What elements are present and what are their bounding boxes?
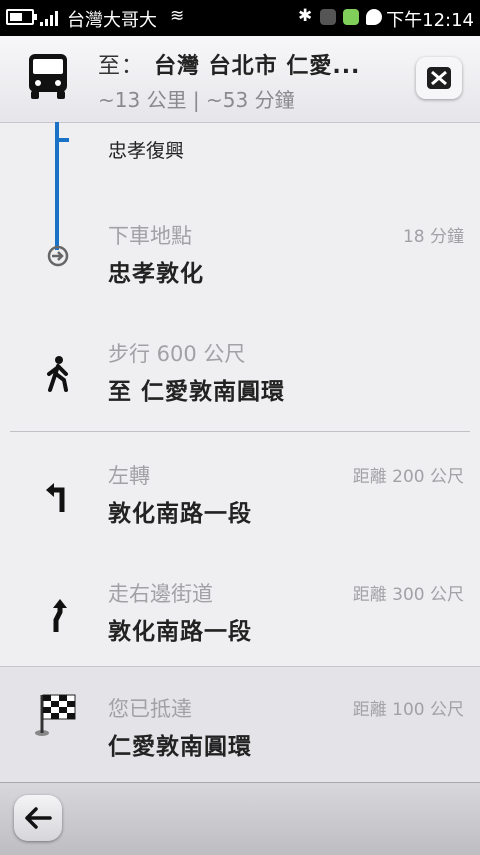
alight-icon	[47, 245, 69, 267]
bluetooth-icon: ✱	[298, 6, 313, 26]
wifi-icon: ≋	[170, 6, 185, 26]
turn-left-icon	[46, 483, 65, 512]
route-header: 至： 台灣 台北市 仁愛... ~13 公里 | ~53 分鐘	[0, 36, 480, 123]
step-subtitle: 仁愛敦南圓環	[108, 734, 252, 760]
battery-saver-icon	[343, 9, 359, 25]
close-icon	[427, 67, 451, 89]
step-title: 左轉	[108, 464, 150, 488]
list-item[interactable]: 步行 600 公尺 至 仁愛敦南圓環	[0, 310, 480, 428]
transit-stop-tick	[59, 138, 69, 142]
step-subtitle: 敦化南路一段	[108, 619, 252, 645]
exit-navigation-button[interactable]	[416, 57, 462, 99]
checkered-flag-icon	[35, 694, 76, 736]
step-distance: 距離 200 公尺	[352, 467, 464, 487]
back-button[interactable]	[14, 795, 62, 841]
back-arrow-icon	[25, 807, 52, 829]
transit-stop-name: 忠孝復興	[108, 140, 185, 162]
message-icon	[366, 9, 382, 25]
keep-right-icon	[53, 599, 67, 632]
destination-name: 台灣 台北市 仁愛...	[154, 54, 361, 79]
signal-icon	[40, 10, 60, 26]
notification-app-icon	[320, 9, 336, 25]
step-title: 您已抵達	[108, 697, 192, 721]
step-title: 走右邊街道	[108, 582, 213, 606]
step-subtitle: 敦化南路一段	[108, 501, 252, 527]
step-distance: 距離 100 公尺	[352, 700, 464, 720]
step-subtitle: 忠孝敦化	[108, 261, 204, 287]
clock: 下午12:14	[386, 10, 474, 31]
step-duration: 18 分鐘	[402, 227, 464, 247]
route-steps-list[interactable]: 忠孝復興 下車地點 忠孝敦化 18 分鐘 步行 600 公尺 至 仁愛敦南圓環	[0, 122, 480, 783]
destination-prefix: 至：	[98, 54, 145, 79]
arrival-item[interactable]: 您已抵達 仁愛敦南圓環 距離 100 公尺	[0, 666, 480, 783]
list-item[interactable]: 左轉 敦化南路一段 距離 200 公尺	[0, 432, 480, 550]
bottom-toolbar	[0, 782, 480, 855]
destination-title: 至： 台灣 台北市 仁愛...	[98, 48, 360, 80]
battery-icon	[6, 9, 37, 25]
list-item[interactable]: 走右邊街道 敦化南路一段 距離 300 公尺	[0, 550, 480, 668]
bus-icon	[29, 54, 67, 99]
status-bar: 台灣大哥大 ≋ ✱ 下午12:14	[0, 0, 480, 36]
step-title: 步行 600 公尺	[108, 342, 246, 366]
list-item[interactable]: 下車地點 忠孝敦化 18 分鐘	[0, 192, 480, 310]
navigation-screen: 至： 台灣 台北市 仁愛... ~13 公里 | ~53 分鐘 忠孝復興 下車地點…	[0, 36, 480, 855]
step-distance: 距離 300 公尺	[352, 585, 464, 605]
walk-icon	[47, 356, 68, 392]
step-subtitle: 至 仁愛敦南圓環	[108, 379, 286, 405]
carrier-name: 台灣大哥大	[67, 10, 157, 31]
route-summary: ~13 公里 | ~53 分鐘	[98, 88, 295, 112]
step-title: 下車地點	[108, 224, 192, 248]
